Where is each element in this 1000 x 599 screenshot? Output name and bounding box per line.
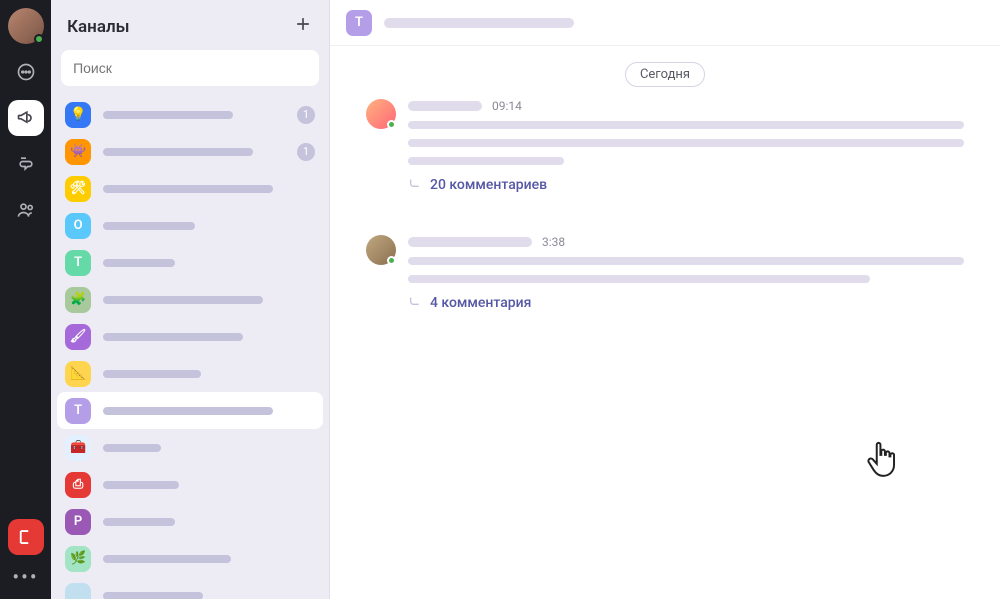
channel-icon: P <box>65 509 91 535</box>
user-avatar[interactable] <box>8 8 44 44</box>
post-time: 09:14 <box>492 99 522 113</box>
channels-sidebar: Каналы 💡1👾1🛠OT🧩🖌📐T🧰⎙P🌿 <box>51 0 330 599</box>
channel-icon: 🖌 <box>65 324 91 350</box>
channel-name-placeholder <box>103 370 201 378</box>
post-time: 3:38 <box>542 235 565 249</box>
add-channel-button[interactable] <box>293 14 313 40</box>
channel-icon: 💡 <box>65 102 91 128</box>
channel-name-placeholder <box>103 518 175 526</box>
channel-item[interactable]: 🛠 <box>57 170 323 207</box>
channel-icon: T <box>65 250 91 276</box>
channel-icon: T <box>65 398 91 424</box>
status-indicator-icon <box>34 34 44 44</box>
channel-name-placeholder <box>103 296 263 304</box>
status-indicator-icon <box>387 256 396 265</box>
author-name-placeholder <box>408 237 532 247</box>
channel-item[interactable]: O <box>57 207 323 244</box>
channel-item[interactable]: T <box>57 392 323 429</box>
channel-header-icon: T <box>346 10 372 36</box>
post: 09:14 20 комментариев <box>366 99 964 195</box>
post-head: 3:38 <box>408 235 964 249</box>
channel-item[interactable]: 🧰 <box>57 429 323 466</box>
channel-icon: 📐 <box>65 361 91 387</box>
plus-icon <box>293 14 313 34</box>
rail-chat-button[interactable] <box>8 54 44 90</box>
channel-name-placeholder <box>103 555 231 563</box>
people-icon <box>16 200 36 220</box>
nav-rail: ••• <box>0 0 51 599</box>
content-line-placeholder <box>408 139 964 147</box>
status-indicator-icon <box>387 120 396 129</box>
megaphone-icon <box>16 108 36 128</box>
channel-list[interactable]: 💡1👾1🛠OT🧩🖌📐T🧰⎙P🌿 <box>51 96 329 599</box>
post-avatar[interactable] <box>366 99 396 129</box>
channel-icon <box>65 583 91 599</box>
sidebar-title: Каналы <box>67 17 293 37</box>
author-name-placeholder <box>408 101 482 111</box>
rail-contacts-button[interactable] <box>8 192 44 228</box>
post-body: 3:38 4 комментария <box>408 235 964 313</box>
comments-link[interactable]: 4 комментария <box>408 293 964 313</box>
channel-name-placeholder <box>103 259 175 267</box>
rail-channels-button[interactable] <box>8 100 44 136</box>
channel-item[interactable]: 📐 <box>57 355 323 392</box>
sidebar-header: Каналы <box>51 0 329 50</box>
channel-icon: 🧰 <box>65 435 91 461</box>
unread-badge: 1 <box>297 106 315 124</box>
post: 3:38 4 комментария <box>366 235 964 313</box>
content-line-placeholder <box>408 121 964 129</box>
channel-icon: ⎙ <box>65 472 91 498</box>
channel-icon: 🧩 <box>65 287 91 313</box>
channel-item[interactable]: 🧩 <box>57 281 323 318</box>
rail-more-button[interactable]: ••• <box>12 565 38 589</box>
date-pill: Сегодня <box>625 62 705 87</box>
channel-name-placeholder <box>103 333 243 341</box>
channel-name-placeholder <box>103 185 273 193</box>
reply-arrow-icon <box>408 293 424 313</box>
content-line-placeholder <box>408 275 870 283</box>
search-wrap <box>51 50 329 96</box>
channel-name-placeholder <box>103 148 253 156</box>
feed: Сегодня 09:14 20 комментариев 3:38 4 коммен… <box>330 46 1000 599</box>
chat-bubble-icon <box>16 62 36 82</box>
post-avatar[interactable] <box>366 235 396 265</box>
post-head: 09:14 <box>408 99 964 113</box>
channel-icon: 🛠 <box>65 176 91 202</box>
channel-icon: O <box>65 213 91 239</box>
channel-item[interactable]: 💡1 <box>57 96 323 133</box>
comments-count: 4 комментария <box>430 295 531 311</box>
rail-threads-button[interactable] <box>8 146 44 182</box>
channel-item[interactable]: P <box>57 503 323 540</box>
channel-icon: 👾 <box>65 139 91 165</box>
cursor-hand-icon <box>864 441 898 485</box>
channel-header: T <box>330 0 1000 46</box>
channel-name-placeholder <box>103 222 195 230</box>
content-line-placeholder <box>408 257 964 265</box>
comments-link[interactable]: 20 комментариев <box>408 175 964 195</box>
channel-title-placeholder <box>384 18 574 28</box>
channel-icon: 🌿 <box>65 546 91 572</box>
content-line-placeholder <box>408 157 564 165</box>
channel-item[interactable]: 👾1 <box>57 133 323 170</box>
channel-item[interactable]: ⎙ <box>57 466 323 503</box>
channel-name-placeholder <box>103 444 161 452</box>
channel-name-placeholder <box>103 592 203 599</box>
search-input[interactable] <box>61 50 319 86</box>
unread-badge: 1 <box>297 143 315 161</box>
comments-count: 20 комментариев <box>430 177 547 193</box>
date-separator: Сегодня <box>366 62 964 87</box>
channel-name-placeholder <box>103 481 179 489</box>
channel-item[interactable]: T <box>57 244 323 281</box>
workspace-logo-icon <box>17 528 35 546</box>
channel-name-placeholder <box>103 111 233 119</box>
threads-icon <box>16 154 36 174</box>
rail-workspace-button[interactable] <box>8 519 44 555</box>
reply-arrow-icon <box>408 175 424 195</box>
channel-item[interactable]: 🌿 <box>57 540 323 577</box>
post-body: 09:14 20 комментариев <box>408 99 964 195</box>
channel-item[interactable] <box>57 577 323 599</box>
channel-name-placeholder <box>103 407 273 415</box>
channel-item[interactable]: 🖌 <box>57 318 323 355</box>
main-panel: T Сегодня 09:14 20 комментариев 3:38 4 комм… <box>330 0 1000 599</box>
